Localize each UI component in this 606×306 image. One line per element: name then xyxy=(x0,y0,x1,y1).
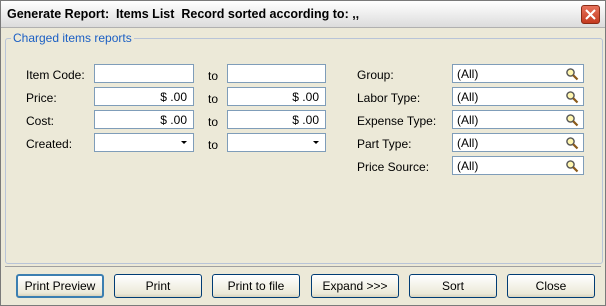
part-type-label: Part Type: xyxy=(357,137,412,151)
close-icon xyxy=(585,9,596,20)
print-preview-button[interactable]: Print Preview xyxy=(16,274,104,298)
report-dialog: Generate Report: Items List Record sorte… xyxy=(0,0,606,306)
expand-button[interactable]: Expand >>> xyxy=(311,274,399,298)
price-label: Price: xyxy=(26,91,57,105)
magnifier-icon[interactable] xyxy=(565,113,579,127)
price-from-value: $ .00 xyxy=(160,90,187,104)
magnifier-icon[interactable] xyxy=(565,159,579,173)
expense-type-label: Expense Type: xyxy=(357,114,437,128)
created-label: Created: xyxy=(26,137,73,151)
close-button[interactable]: Close xyxy=(507,274,595,298)
labor-type-lookup-field[interactable]: (All) xyxy=(452,87,584,106)
price-from-input[interactable]: $ .00 xyxy=(94,87,194,106)
group-label: Group: xyxy=(357,68,394,82)
cost-to-input[interactable]: $ .00 xyxy=(227,110,326,129)
part-type-lookup-field[interactable]: (All) xyxy=(452,133,584,152)
sort-button[interactable]: Sort xyxy=(409,274,497,298)
price-source-lookup-field[interactable]: (All) xyxy=(452,156,584,175)
item-code-to-label: to xyxy=(208,69,219,83)
price-to-label: to xyxy=(208,92,219,106)
button-bar-divider xyxy=(5,266,601,267)
title-bar[interactable]: Generate Report: Items List Record sorte… xyxy=(1,1,605,28)
group-lookup-field[interactable]: (All) xyxy=(452,64,584,83)
item-code-from-input[interactable] xyxy=(94,64,194,83)
item-code-label: Item Code: xyxy=(26,68,85,82)
cost-to-label: to xyxy=(208,115,219,129)
group-title: Charged items reports xyxy=(11,31,134,45)
created-to-label: to xyxy=(208,138,219,152)
price-to-value: $ .00 xyxy=(292,90,319,104)
magnifier-icon[interactable] xyxy=(565,90,579,104)
cost-from-value: $ .00 xyxy=(160,113,187,127)
close-window-button[interactable] xyxy=(581,5,600,24)
chevron-down-icon xyxy=(181,141,187,144)
magnifier-icon[interactable] xyxy=(565,67,579,81)
print-to-file-button[interactable]: Print to file xyxy=(212,274,300,298)
print-button[interactable]: Print xyxy=(114,274,202,298)
cost-to-value: $ .00 xyxy=(292,113,319,127)
window-title: Generate Report: Items List Record sorte… xyxy=(7,7,360,21)
price-source-label: Price Source: xyxy=(357,160,430,174)
labor-type-label: Labor Type: xyxy=(357,91,421,105)
item-code-to-input[interactable] xyxy=(227,64,326,83)
magnifier-icon[interactable] xyxy=(565,136,579,150)
created-from-select[interactable] xyxy=(94,133,194,152)
created-to-select[interactable] xyxy=(227,133,326,152)
cost-from-input[interactable]: $ .00 xyxy=(94,110,194,129)
expense-type-lookup-field[interactable]: (All) xyxy=(452,110,584,129)
chevron-down-icon xyxy=(313,141,319,144)
price-to-input[interactable]: $ .00 xyxy=(227,87,326,106)
cost-label: Cost: xyxy=(26,114,55,128)
